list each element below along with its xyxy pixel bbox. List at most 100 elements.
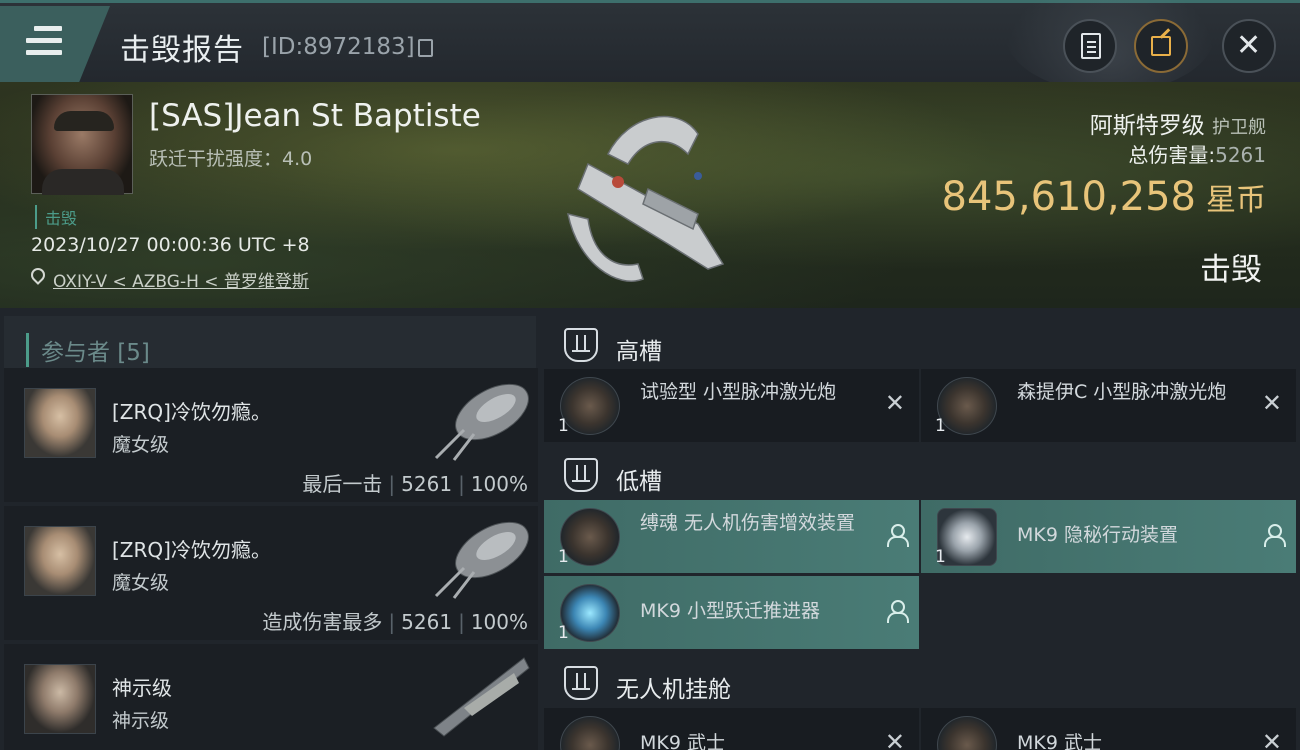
participant-role: 造成伤害最多 [262, 610, 383, 634]
participant-percent: 100% [470, 610, 528, 634]
kill-tag: 击毁 [35, 205, 77, 229]
drone-icon [937, 716, 997, 750]
module-count: 1 [558, 547, 569, 567]
victim-name[interactable]: [SAS]Jean St Baptiste [149, 98, 481, 134]
participant-row[interactable]: 神示级 神示级 [4, 644, 538, 750]
participant-row[interactable]: [ZRQ]冷饮勿瘾。 魔女级 造成伤害最多 | 5261 | 100% [4, 506, 538, 640]
victim-banner: [SAS]Jean St Baptiste 跃迁干扰强度：4.0 击毁 2023… [0, 82, 1300, 308]
module-name: MK9 小型跃迁推进器 [640, 600, 820, 622]
low-slot-icon [564, 458, 598, 492]
user-icon [887, 600, 909, 623]
ship-class-name: 阿斯特罗级 [1089, 113, 1205, 139]
module-count: 1 [935, 416, 946, 436]
participants-panel: 参与者 [5] [ZRQ]冷饮勿瘾。 魔女级 最后一击 | 5261 | 100% [Z… [0, 308, 540, 750]
kill-timestamp: 2023/10/27 00:00:36 UTC +8 [31, 234, 310, 256]
drone-bay-label: 无人机挂舱 [616, 677, 731, 703]
clipboard-button[interactable] [1063, 19, 1117, 73]
copy-icon[interactable] [418, 39, 433, 57]
covert-ops-cloak-icon [937, 508, 997, 566]
user-icon [1264, 524, 1286, 547]
participants-header: 参与者 [5] [4, 316, 536, 374]
participant-name: [ZRQ]冷饮勿瘾。 [112, 400, 271, 424]
isk-unit: 星币 [1206, 183, 1266, 218]
fitting-panel: 高槽 1 试验型 小型脉冲激光炮 ✕ 1 森提伊C 小型脉冲激光炮 ✕ 低槽 1… [540, 308, 1300, 750]
warp-disruption-strength: 跃迁干扰强度：4.0 [149, 148, 313, 170]
participant-name: 神示级 [112, 676, 172, 700]
participants-title: 参与者 [5] [26, 333, 150, 367]
high-slot-icon [564, 328, 598, 362]
low-slot-header: 低槽 [544, 444, 1296, 502]
module-count: 1 [558, 416, 569, 436]
module-name: MK9 隐秘行动装置 [1017, 524, 1178, 546]
offline-x-icon: ✕ [884, 728, 905, 750]
drone-bay-icon [564, 666, 598, 700]
destroyed-status: 击毁 [1200, 252, 1262, 288]
offline-x-icon: ✕ [1261, 728, 1282, 750]
module-item[interactable]: 1 MK9 小型跃迁推进器 [544, 576, 919, 649]
participant-stats: 造成伤害最多 | 5261 | 100% [262, 610, 528, 634]
module-item[interactable]: 1 MK9 隐秘行动装置 [921, 500, 1296, 573]
pulse-laser-icon [560, 377, 620, 435]
total-damage-label: 总伤害量: [1128, 143, 1216, 167]
pulse-laser-icon [937, 377, 997, 435]
ship-role: 护卫舰 [1212, 117, 1266, 138]
module-name: 森提伊C 小型脉冲激光炮 [1017, 381, 1227, 403]
participant-name: [ZRQ]冷饮勿瘾。 [112, 538, 271, 562]
menu-button[interactable] [0, 6, 110, 82]
victim-ship-image [567, 115, 725, 282]
share-button[interactable] [1134, 19, 1188, 73]
participant-damage: 5261 [401, 610, 453, 634]
offline-x-icon: ✕ [884, 389, 905, 417]
module-name: MK9 武士 [640, 732, 725, 750]
drone-icon [560, 716, 620, 750]
module-name: MK9 武士 [1017, 732, 1102, 750]
module-item[interactable]: 1 缚魂 无人机伤害增效装置 [544, 500, 919, 573]
high-slot-label: 高槽 [616, 339, 662, 365]
drone-damage-amplifier-icon [560, 508, 620, 566]
module-item[interactable]: 1 森提伊C 小型脉冲激光炮 ✕ [921, 369, 1296, 442]
participant-ship-image [434, 521, 529, 599]
participant-stats: 最后一击 | 5261 | 100% [302, 472, 528, 496]
clipboard-icon [1081, 33, 1101, 59]
module-count: 1 [558, 623, 569, 643]
total-damage: 总伤害量:5261 [1128, 139, 1266, 168]
module-name: 缚魂 无人机伤害增效装置 [640, 512, 856, 534]
participant-avatar[interactable] [24, 388, 96, 458]
menu-icon [26, 26, 62, 58]
offline-x-icon: ✕ [1261, 389, 1282, 417]
top-bar: 击毁报告 [ID:8972183] ✕ [0, 0, 1300, 93]
module-count: 1 [935, 547, 946, 567]
user-icon [887, 524, 909, 547]
participant-ship-image [433, 657, 530, 737]
module-item[interactable]: MK9 武士 ✕ [921, 708, 1296, 750]
afterburner-icon [560, 584, 620, 642]
share-icon [1151, 36, 1171, 56]
participant-role: 最后一击 [302, 472, 383, 496]
participant-ship: 魔女级 [112, 434, 170, 456]
participant-avatar[interactable] [24, 664, 96, 734]
drone-bay-header: 无人机挂舱 [544, 652, 1296, 710]
participant-row[interactable]: [ZRQ]冷饮勿瘾。 魔女级 最后一击 | 5261 | 100% [4, 368, 538, 502]
module-name: 试验型 小型脉冲激光炮 [640, 381, 837, 403]
participant-ship: 神示级 [112, 710, 170, 732]
total-damage-value: 5261 [1215, 143, 1266, 167]
participant-ship: 魔女级 [112, 572, 170, 594]
victim-ship-class: 阿斯特罗级 护卫舰 [1090, 106, 1266, 140]
high-slot-header: 高槽 [544, 314, 1296, 372]
participant-avatar[interactable] [24, 526, 96, 596]
module-item[interactable]: 1 试验型 小型脉冲激光炮 ✕ [544, 369, 919, 442]
kill-location-link[interactable]: OXIY-V < AZBG-H < 普罗维登斯 [53, 267, 309, 292]
participant-percent: 100% [470, 472, 528, 496]
page-title: 击毁报告 [120, 33, 244, 68]
isk-amount: 845,610,258 [941, 174, 1196, 220]
report-id: [ID:8972183] [262, 34, 415, 60]
close-icon: ✕ [1236, 28, 1262, 63]
module-item[interactable]: MK9 武士 ✕ [544, 708, 919, 750]
victim-avatar[interactable] [31, 94, 133, 195]
low-slot-label: 低槽 [616, 469, 662, 495]
location-pin-icon [28, 265, 48, 285]
participant-damage: 5261 [401, 472, 453, 496]
isk-value: 845,610,258 星币 [942, 174, 1266, 220]
close-button[interactable]: ✕ [1222, 19, 1276, 73]
participant-ship-image [434, 383, 529, 461]
